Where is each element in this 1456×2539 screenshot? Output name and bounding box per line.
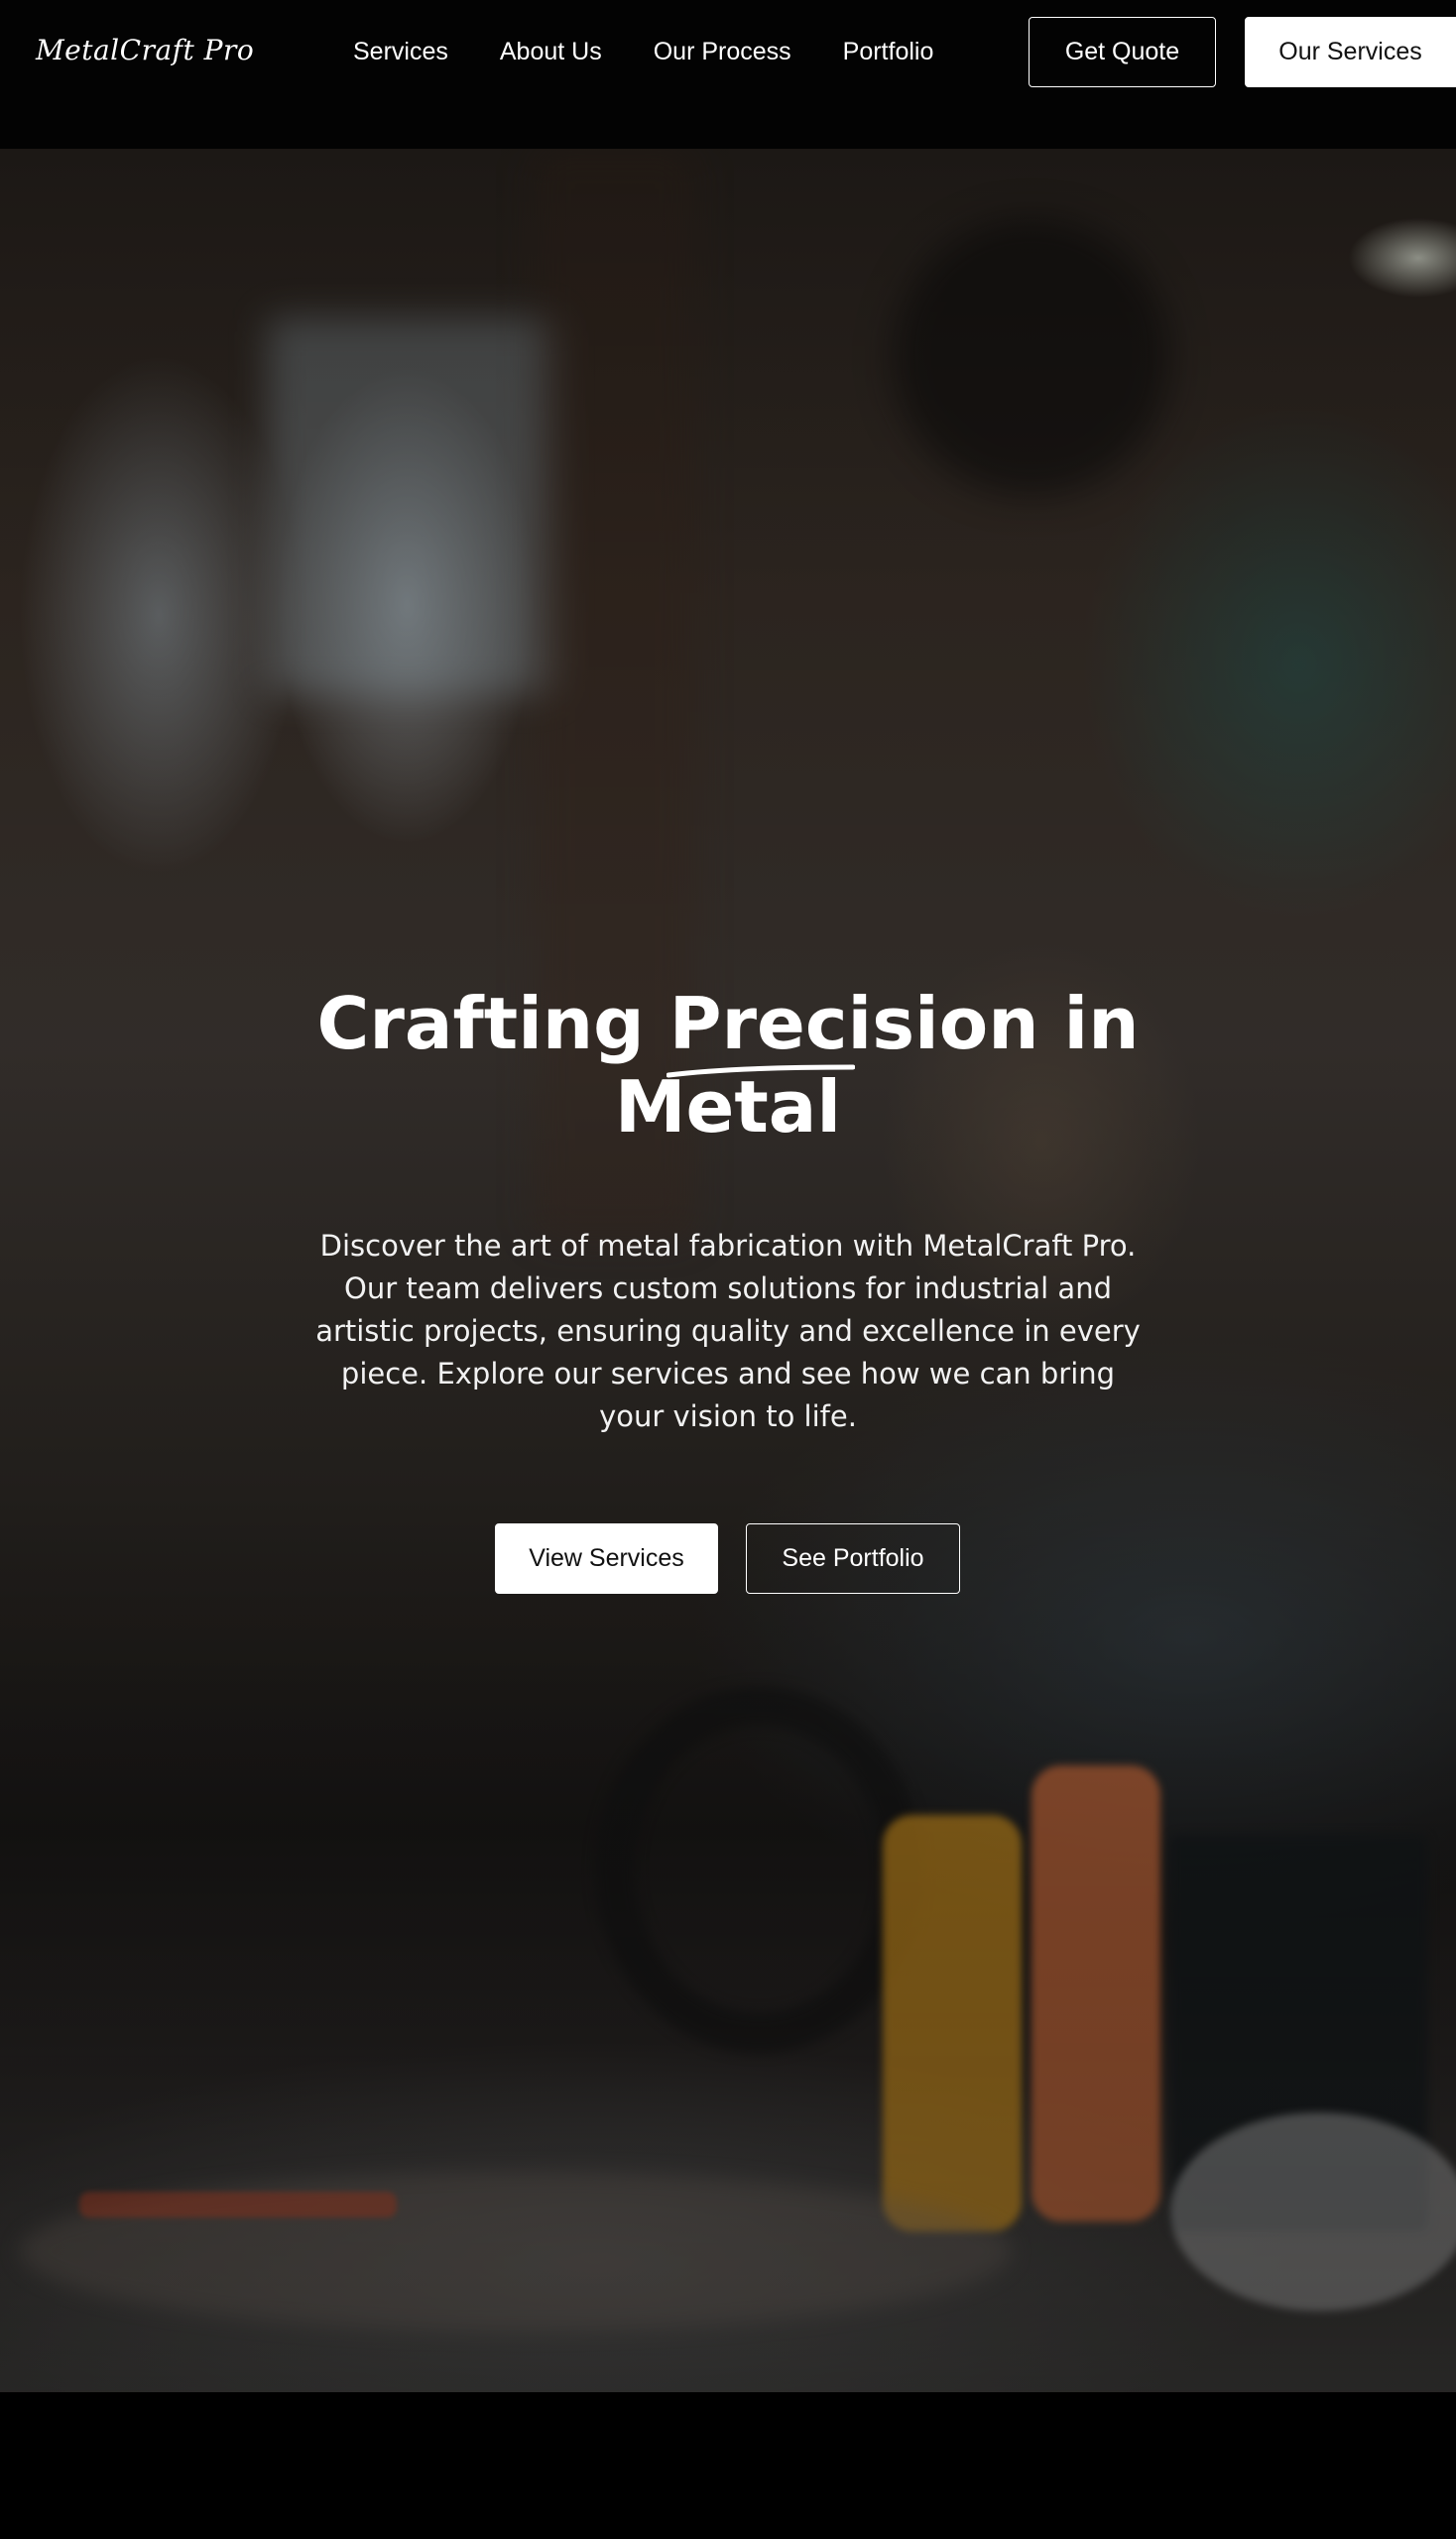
nav-link-portfolio[interactable]: Portfolio (843, 36, 934, 67)
nav-link-services[interactable]: Services (353, 36, 448, 67)
hero-description: Discover the art of metal fabrication wi… (315, 1229, 1141, 1433)
top-navigation: MetalCraft Pro Services About Us Our Pro… (0, 0, 1456, 149)
nav-link-about-us[interactable]: About Us (500, 36, 602, 67)
nav-link-our-process[interactable]: Our Process (654, 36, 791, 67)
get-quote-button[interactable]: Get Quote (1029, 17, 1216, 87)
view-services-button[interactable]: View Services (495, 1523, 718, 1594)
title-underline-decoration (667, 1064, 855, 1078)
page: MetalCraft Pro Services About Us Our Pro… (0, 0, 1456, 2539)
brand-logo[interactable]: MetalCraft Pro (36, 34, 254, 66)
page-bottom-band (0, 2392, 1456, 2539)
see-portfolio-button[interactable]: See Portfolio (746, 1523, 960, 1594)
nav-links: Services About Us Our Process Portfolio (353, 36, 933, 67)
our-services-button[interactable]: Our Services (1245, 17, 1456, 87)
hero-section: Crafting Precision in Metal Discover the… (0, 149, 1456, 2392)
